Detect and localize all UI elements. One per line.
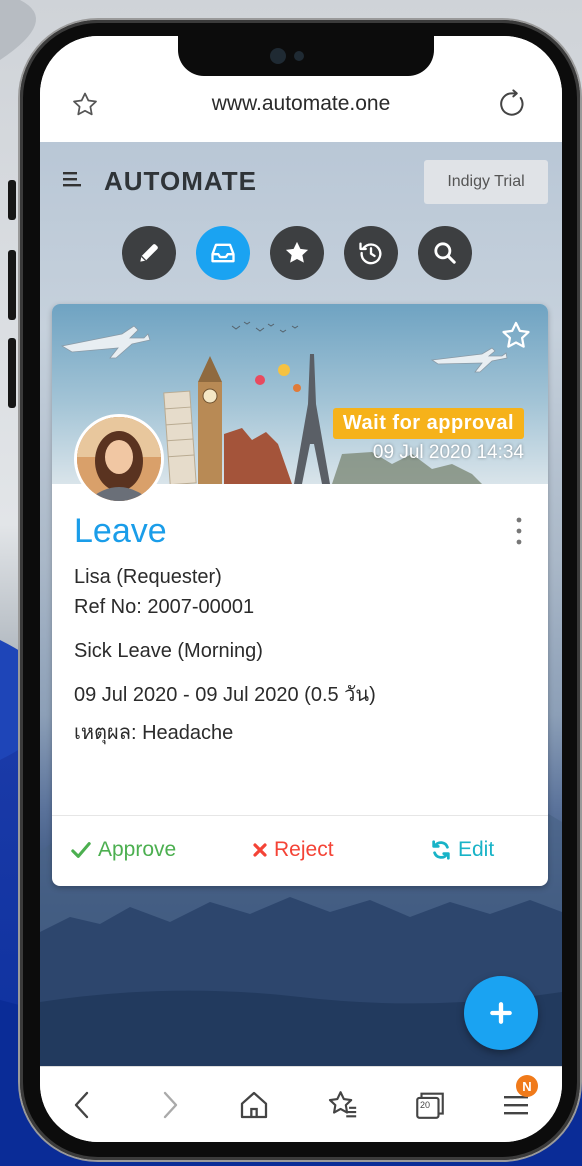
check-icon [71, 842, 91, 858]
tabs-count: 20 [420, 1100, 431, 1110]
add-button[interactable] [464, 976, 538, 1050]
url-text[interactable]: www.automate.one [40, 92, 562, 116]
home-icon[interactable] [234, 1085, 274, 1125]
app-content: AUTOMATE Indigy Trial Wait for approval … [40, 142, 562, 1066]
compose-button[interactable] [122, 226, 176, 280]
close-icon [253, 843, 267, 857]
phone-screen: www.automate.one AUTOMATE Indigy Trial W… [40, 36, 562, 1142]
search-icon [434, 242, 456, 264]
avatar[interactable] [74, 414, 164, 504]
approve-label: Approve [98, 838, 177, 861]
star-icon [285, 241, 309, 263]
phone-volume-down [8, 338, 16, 408]
edit-button[interactable]: Edit [430, 838, 494, 862]
leave-type: Sick Leave (Morning) [74, 640, 263, 662]
bookmarks-icon[interactable] [322, 1085, 362, 1125]
leave-reason: เหตุผล: Headache [74, 722, 234, 744]
reload-icon[interactable] [494, 86, 530, 122]
app-header: AUTOMATE Indigy Trial [40, 142, 562, 212]
user-photo [77, 417, 161, 501]
search-button[interactable] [418, 226, 472, 280]
approve-button[interactable]: Approve [70, 838, 176, 862]
phone-side-button [8, 180, 16, 220]
reject-label: Reject [274, 838, 334, 861]
plus-icon [490, 1002, 512, 1024]
requester-name: Lisa (Requester) [74, 566, 222, 588]
inbox-icon [211, 243, 235, 263]
inbox-button[interactable] [196, 226, 250, 280]
history-button[interactable] [344, 226, 398, 280]
status-badge: Wait for approval [332, 408, 524, 439]
history-icon [359, 242, 382, 265]
favorite-star-icon[interactable] [496, 316, 536, 356]
browser-bottom-nav: 20 N [40, 1066, 562, 1142]
card-actions: Approve Reject Edit [52, 815, 548, 886]
more-options-icon[interactable] [514, 516, 524, 546]
forward-icon[interactable] [150, 1085, 190, 1125]
phone-notch [178, 36, 434, 76]
pencil-icon [140, 244, 158, 262]
camera-lens [270, 48, 286, 64]
reject-button[interactable]: Reject [252, 838, 334, 862]
request-datetime: 09 Jul 2020 14:34 [372, 442, 524, 463]
edit-label: Edit [458, 838, 495, 861]
request-card[interactable]: Wait for approval 09 Jul 2020 14:34 Leav… [52, 304, 548, 886]
notification-badge: N [516, 1075, 538, 1097]
back-icon[interactable] [62, 1085, 102, 1125]
tabs-icon[interactable]: 20 [410, 1085, 450, 1125]
favorites-button[interactable] [270, 226, 324, 280]
refresh-icon [432, 840, 450, 860]
app-brand: AUTOMATE [104, 166, 257, 196]
camera-sensor [294, 51, 304, 61]
reference-number: Ref No: 2007-00001 [74, 596, 255, 618]
menu-icon[interactable] [60, 166, 86, 192]
phone-volume-up [8, 250, 16, 320]
trial-badge[interactable]: Indigy Trial [424, 160, 548, 204]
leave-period: 09 Jul 2020 - 09 Jul 2020 (0.5 วัน) [74, 684, 376, 706]
request-title: Leave [74, 512, 167, 550]
